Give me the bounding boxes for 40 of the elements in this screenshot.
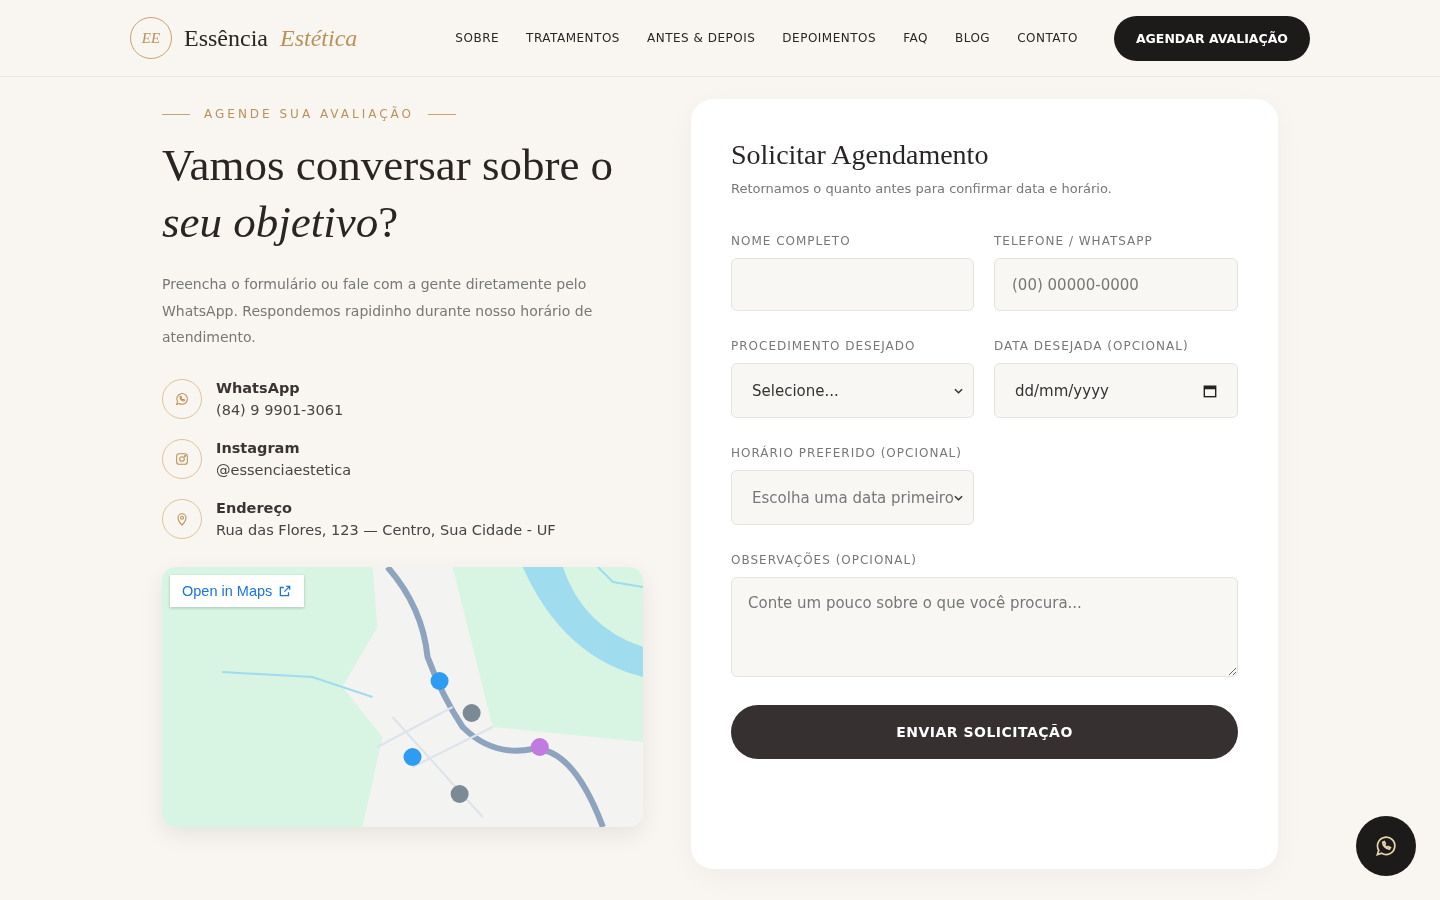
- intro-text: Preencha o formulário ou fale com a gente diretamente pelo WhatsApp. Respondemos rapidinho durante nosso horário de atendimento.: [162, 275, 594, 347]
- nav-link[interactable]: FAQ: [903, 31, 928, 45]
- select-field[interactable]: Escolha uma data primeiro: [731, 470, 974, 525]
- nav-link[interactable]: SOBRE: [455, 31, 500, 45]
- textarea-field[interactable]: Conte um pouco sobre o que você procura...: [731, 577, 1238, 677]
- chevron-down-icon: [954, 387, 963, 394]
- hero-title: Vamos conversar sobre o seu objetivo?: [162, 139, 615, 249]
- brand-name[interactable]: Essência: [184, 24, 268, 52]
- date-field[interactable]: dd/mm/yyyy: [994, 363, 1238, 418]
- chevron-down-icon: [954, 494, 963, 501]
- nav-link[interactable]: TRATAMENTOS: [526, 31, 620, 45]
- nav-link[interactable]: DEPOIMENTOS: [782, 31, 877, 45]
- input-field[interactable]: [731, 258, 974, 311]
- nav-link[interactable]: ANTES & DEPOIS: [646, 31, 756, 45]
- form-title: Solicitar Agendamento: [731, 139, 990, 171]
- schedule-button[interactable]: AGENDAR AVALIAÇÃO: [1113, 15, 1310, 61]
- phone-chat-icon: [1373, 833, 1399, 859]
- field-label: NOME COMPLETO: [731, 234, 852, 248]
- contact-label: Instagram: [216, 439, 301, 456]
- open-in-maps-link[interactable]: Open in Maps: [170, 574, 305, 607]
- contact-value: @essenciaestetica: [216, 461, 352, 478]
- calendar-icon: [1203, 383, 1217, 398]
- whatsapp-button[interactable]: [1356, 816, 1416, 876]
- field-label: DATA DESEJADA (OPCIONAL): [994, 339, 1190, 353]
- contact-label: Endereço: [216, 499, 293, 516]
- form-subtitle: Retornamos o quanto antes para confirmar data e horário.: [731, 181, 1113, 196]
- field-label: HORÁRIO PREFERIDO (OPCIONAL): [731, 446, 963, 460]
- submit-button[interactable]: ENVIAR SOLICITAÇÃO: [731, 705, 1238, 759]
- contact-label: WhatsApp: [216, 379, 301, 396]
- nav-link[interactable]: BLOG: [954, 31, 991, 45]
- contact-value: Rua das Flores, 123 — Centro, Sua Cidade - UF: [216, 521, 556, 538]
- contact-value: (84) 9 9901-3061: [216, 401, 344, 418]
- field-label: PROCEDIMENTO DESEJADO: [731, 339, 917, 353]
- eyebrow-text: AGENDE SUA AVALIAÇÃO: [204, 107, 415, 121]
- select-field[interactable]: Selecione...: [731, 363, 974, 418]
- external-link-icon: [278, 583, 293, 598]
- nav-link[interactable]: CONTATO: [1017, 31, 1078, 45]
- input-field[interactable]: (00) 00000-0000: [994, 258, 1238, 311]
- field-label: TELEFONE / WHATSAPP: [994, 234, 1154, 248]
- field-label: OBSERVAÇÕES (OPCIONAL): [731, 553, 918, 567]
